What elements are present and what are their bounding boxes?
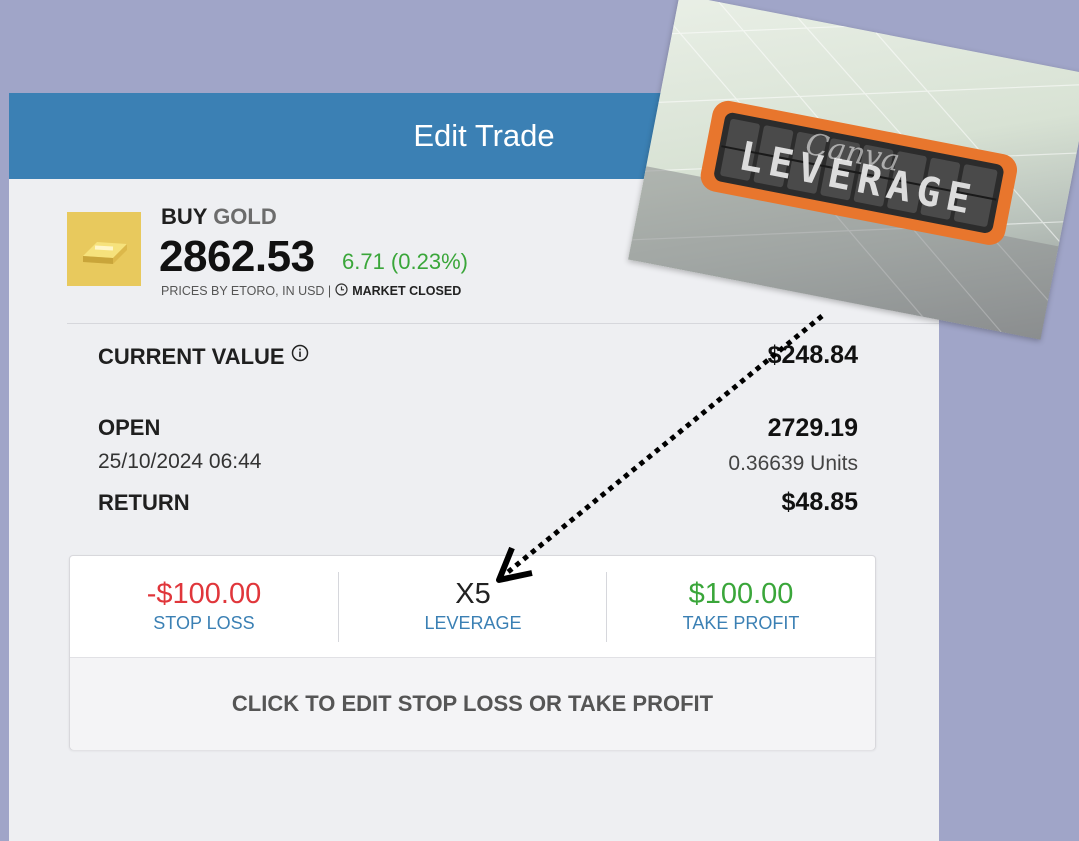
return-label: RETURN xyxy=(98,490,190,515)
edit-stop-loss-take-profit-button[interactable]: CLICK TO EDIT STOP LOSS OR TAKE PROFIT xyxy=(70,657,875,750)
asset-symbol: GOLD xyxy=(213,204,277,229)
current-value: $248.84 xyxy=(767,341,858,369)
current-value-label: CURRENT VALUE xyxy=(98,342,309,370)
units: 0.36639 Units xyxy=(728,452,858,475)
market-status: MARKET CLOSED xyxy=(352,284,462,298)
info-icon[interactable] xyxy=(291,342,309,368)
open-label: OPEN xyxy=(98,415,161,440)
leverage-value: X5 xyxy=(455,578,491,610)
action-label: BUY xyxy=(161,204,208,229)
take-profit-label: TAKE PROFIT xyxy=(682,613,800,633)
page-title: Edit Trade xyxy=(413,118,555,153)
trade-direction: BUY GOLD xyxy=(161,204,277,230)
take-profit-value: $100.00 xyxy=(688,578,794,610)
open-price: 2729.19 xyxy=(767,414,858,442)
open-date: 25/10/2024 06:44 xyxy=(98,450,262,473)
clock-icon xyxy=(335,283,348,299)
leverage-label: LEVERAGE xyxy=(424,613,522,633)
stop-loss-value: -$100.00 xyxy=(146,578,262,610)
take-profit-control[interactable]: $100.00 TAKE PROFIT xyxy=(607,556,875,656)
stop-loss-control[interactable]: -$100.00 STOP LOSS xyxy=(70,556,338,656)
current-price: 2862.53 xyxy=(159,232,315,281)
trade-controls-card: -$100.00 STOP LOSS X5 LEVERAGE $100.00 T… xyxy=(69,555,876,750)
price-source-text: PRICES BY ETORO, IN USD | xyxy=(161,284,332,298)
price-change: 6.71 (0.23%) xyxy=(342,249,468,274)
divider xyxy=(67,323,939,324)
price-source: PRICES BY ETORO, IN USD | MARKET CLOSED xyxy=(161,283,461,299)
leverage-control[interactable]: X5 LEVERAGE xyxy=(339,556,607,656)
stop-loss-label: STOP LOSS xyxy=(153,613,255,633)
gold-bar-icon xyxy=(67,212,141,286)
return-value: $48.85 xyxy=(781,488,858,516)
